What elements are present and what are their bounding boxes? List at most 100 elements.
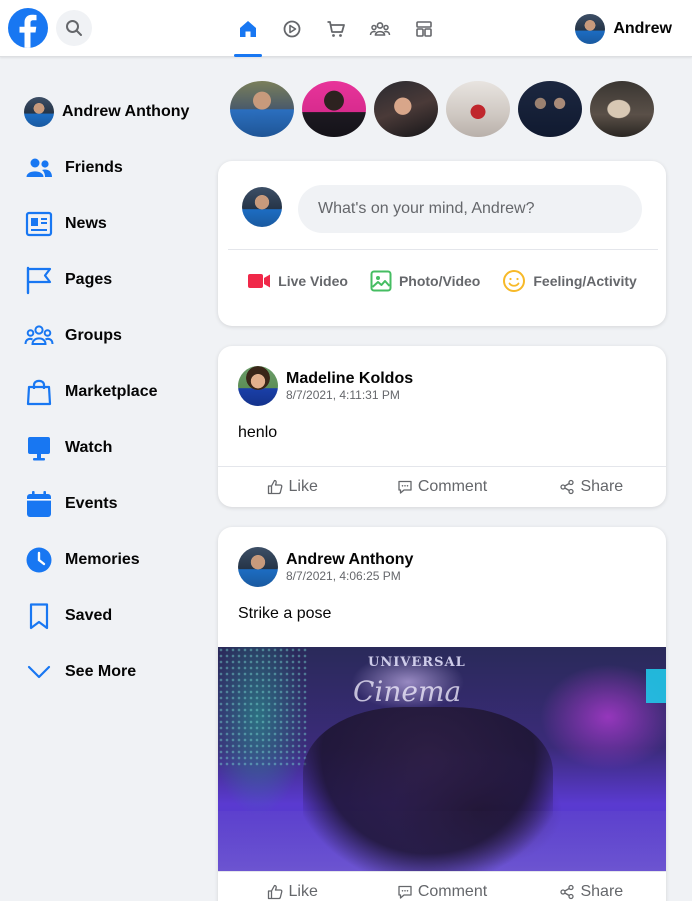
sidebar-item-events[interactable]: Events — [24, 476, 214, 532]
photo-video-button[interactable]: Photo/Video — [370, 269, 480, 293]
calendar-icon — [24, 489, 54, 519]
nav-watch-tab[interactable] — [270, 12, 314, 46]
home-icon — [240, 21, 256, 37]
share-button[interactable]: Share — [517, 467, 666, 507]
like-label: Like — [288, 883, 318, 900]
like-button[interactable]: Like — [218, 872, 367, 901]
like-label: Like — [288, 478, 318, 495]
news-icon — [24, 209, 54, 239]
photo-sign-text: UNIVERSAL — [368, 655, 466, 670]
story-thumbnail[interactable] — [230, 81, 294, 137]
sidebar-item-label: News — [65, 215, 107, 232]
account-menu[interactable]: Andrew — [575, 14, 672, 44]
whats-on-your-mind-input[interactable]: What's on your mind, Andrew? — [298, 185, 642, 233]
composer-actions: Live Video Photo/Video Feeling/Activity — [218, 269, 666, 293]
marketplace-icon — [327, 21, 345, 37]
monitor-icon — [24, 433, 54, 463]
story-thumbnail[interactable] — [374, 81, 438, 137]
post-header: Madeline Koldos 8/7/2021, 4:11:31 PM — [238, 366, 413, 406]
comment-label: Comment — [417, 883, 488, 900]
like-button[interactable]: Like — [218, 467, 367, 507]
feeling-activity-button[interactable]: Feeling/Activity — [502, 269, 637, 293]
post-actions: Like Comment Share — [218, 871, 666, 901]
photo-video-label: Photo/Video — [398, 273, 481, 289]
avatar — [242, 187, 282, 227]
photo-sign-script: Cinema — [353, 675, 462, 708]
sidebar-item-label: Saved — [65, 607, 113, 624]
sidebar-item-pages[interactable]: Pages — [24, 252, 214, 308]
comment-label: Comment — [417, 478, 488, 495]
feeling-activity-label: Feeling/Activity — [533, 273, 637, 289]
sidebar-item-friends[interactable]: Friends — [24, 140, 214, 196]
comment-button[interactable]: Comment — [367, 467, 516, 507]
sidebar-item-news[interactable]: News — [24, 196, 214, 252]
sidebar-item-label: Marketplace — [65, 383, 158, 400]
post-card: Madeline Koldos 8/7/2021, 4:11:31 PM hen… — [218, 346, 666, 507]
sidebar-item-label: Events — [65, 495, 118, 512]
gaming-icon — [416, 21, 432, 37]
sidebar-item-memories[interactable]: Memories — [24, 532, 214, 588]
sidebar-item-label: See More — [65, 663, 137, 680]
live-video-button[interactable]: Live Video — [247, 269, 348, 293]
photo-icon — [370, 270, 392, 292]
search-button[interactable] — [56, 10, 92, 46]
story-thumbnail[interactable] — [518, 81, 582, 137]
post-photo[interactable]: UNIVERSAL Cinema — [218, 647, 666, 871]
share-icon — [560, 479, 575, 495]
friends-icon — [24, 153, 54, 183]
thumbs-up-icon — [268, 884, 283, 900]
account-name: Andrew — [613, 20, 672, 37]
live-video-label: Live Video — [278, 273, 348, 289]
photo-tree-lights — [218, 647, 308, 767]
avatar[interactable] — [238, 547, 278, 587]
sidebar-item-label: Andrew Anthony — [62, 103, 190, 120]
comment-icon — [398, 885, 412, 899]
left-sidebar: Andrew Anthony Friends News Pages Groups… — [24, 84, 214, 700]
share-icon — [560, 884, 575, 900]
smiley-icon — [503, 270, 526, 292]
post-actions: Like Comment Share — [218, 466, 666, 507]
story-thumbnail[interactable] — [446, 81, 510, 137]
sidebar-item-label: Groups — [65, 327, 122, 344]
post-text: Strike a pose — [238, 605, 332, 622]
avatar[interactable] — [238, 366, 278, 406]
sidebar-item-watch[interactable]: Watch — [24, 420, 214, 476]
facebook-logo-icon[interactable] — [8, 8, 48, 48]
post-header: Andrew Anthony 8/7/2021, 4:06:25 PM — [238, 547, 413, 587]
shopping-bag-icon — [24, 377, 54, 407]
sidebar-item-label: Memories — [65, 551, 140, 568]
sidebar-item-profile[interactable]: Andrew Anthony — [24, 84, 214, 140]
comment-button[interactable]: Comment — [367, 872, 516, 901]
sidebar-item-groups[interactable]: Groups — [24, 308, 214, 364]
clock-icon — [24, 545, 54, 575]
post-author[interactable]: Andrew Anthony — [286, 550, 413, 569]
main-nav — [226, 12, 446, 57]
groups-icon — [24, 321, 54, 351]
photo-people-group — [303, 707, 553, 871]
nav-gaming-tab[interactable] — [402, 12, 446, 46]
comment-icon — [398, 480, 412, 494]
photo-neon-sign — [646, 669, 666, 703]
sidebar-item-label: Friends — [65, 159, 123, 176]
thumbs-up-icon — [268, 479, 283, 495]
flag-icon — [24, 265, 54, 295]
share-button[interactable]: Share — [517, 872, 666, 901]
nav-marketplace-tab[interactable] — [314, 12, 358, 46]
bookmark-icon — [24, 601, 54, 631]
sidebar-item-see-more[interactable]: See More — [24, 644, 214, 700]
nav-home-tab[interactable] — [226, 12, 270, 57]
avatar — [24, 97, 54, 127]
sidebar-item-saved[interactable]: Saved — [24, 588, 214, 644]
post-timestamp: 8/7/2021, 4:11:31 PM — [286, 388, 400, 402]
nav-groups-tab[interactable] — [358, 12, 402, 46]
story-thumbnail[interactable] — [302, 81, 366, 137]
story-thumbnail[interactable] — [590, 81, 654, 137]
share-label: Share — [580, 478, 624, 495]
sidebar-item-label: Watch — [65, 439, 113, 456]
share-label: Share — [580, 883, 624, 900]
top-navigation-bar: Andrew — [0, 0, 692, 57]
groups-icon — [369, 22, 391, 36]
sidebar-item-marketplace[interactable]: Marketplace — [24, 364, 214, 420]
post-author[interactable]: Madeline Koldos — [286, 369, 413, 388]
post-text: henlo — [238, 424, 278, 441]
